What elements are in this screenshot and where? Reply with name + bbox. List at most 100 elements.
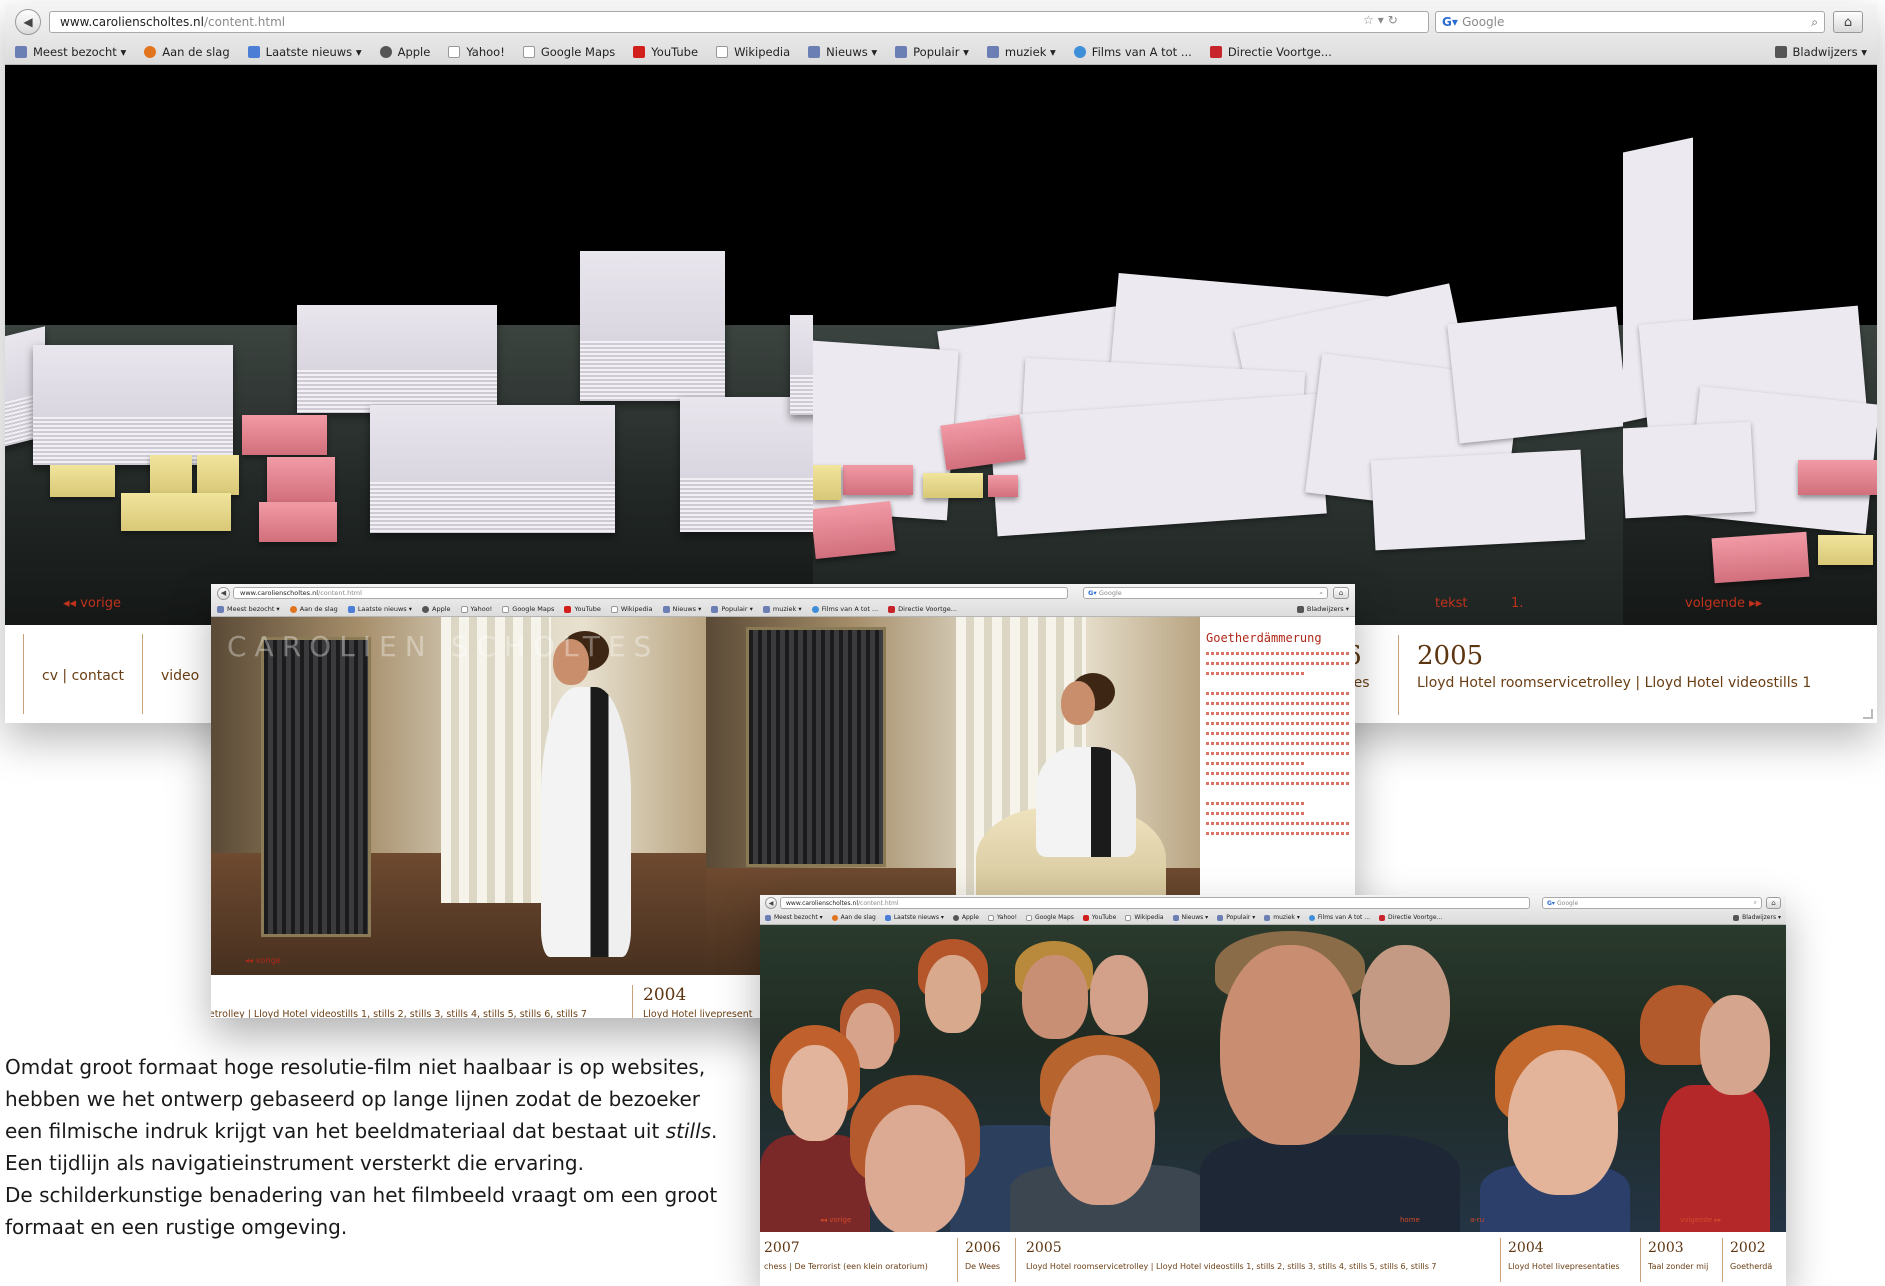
- bookmark-item[interactable]: YouTube: [633, 45, 698, 59]
- timeline-items[interactable]: Lloyd Hotel roomservicetrolley | Lloyd H…: [1417, 675, 1811, 691]
- bookmark-label: Yahoo!: [466, 45, 505, 59]
- search-input[interactable]: G▾ Google ⌕: [1542, 897, 1762, 909]
- bookmark-label: Google Maps: [540, 45, 616, 59]
- dropdown-icon[interactable]: ▾: [1378, 13, 1388, 27]
- bookmark-item[interactable]: Laatste nieuws ▾: [884, 914, 944, 921]
- bookmark-item[interactable]: Nieuws ▾: [1172, 914, 1208, 921]
- bookmark-item[interactable]: Directie Voortge...: [1379, 914, 1442, 921]
- next-link[interactable]: volgende ▸▸: [1680, 1216, 1722, 1224]
- bookmarks-menu[interactable]: Bladwijzers ▾: [1733, 914, 1781, 921]
- timeline-item[interactable]: Lloyd Hotel livepresent: [643, 1009, 752, 1018]
- bookmark-item[interactable]: Aan de slag: [289, 605, 338, 613]
- prev-link[interactable]: ◂◂ vorige: [820, 1216, 851, 1224]
- magnifier-icon[interactable]: ⌕: [1319, 589, 1323, 598]
- video-link[interactable]: video: [161, 668, 199, 684]
- bookmark-item[interactable]: muziek ▾: [986, 45, 1056, 59]
- bookmark-item[interactable]: Nieuws ▾: [662, 605, 701, 613]
- bookmark-item[interactable]: Apple: [379, 45, 430, 59]
- bookmarks-menu[interactable]: Bladwijzers ▾: [1296, 605, 1349, 613]
- bookmark-item[interactable]: Meest bezocht ▾: [217, 605, 280, 613]
- bookmark-label: Nieuws ▾: [826, 45, 878, 59]
- prev-link[interactable]: ◂◂ vorige: [245, 956, 281, 965]
- google-icon: G▾: [1442, 15, 1463, 29]
- resize-grip-icon[interactable]: [1863, 709, 1873, 719]
- apple-icon: [952, 914, 959, 921]
- bookmark-item[interactable]: Laatste nieuws ▾: [347, 605, 412, 613]
- bookmark-item[interactable]: YouTube: [1082, 914, 1116, 921]
- timeline-items[interactable]: chess | De Terrorist (een klein oratoriu…: [764, 1262, 928, 1271]
- caption-line: Een tijdlijn als navigatieinstrument ver…: [5, 1151, 584, 1175]
- timeline-year: 2005: [1417, 641, 1484, 671]
- bookmark-item[interactable]: muziek ▾: [1264, 914, 1300, 921]
- caption-fragment: .: [711, 1119, 718, 1143]
- bookmark-item[interactable]: Aan de slag: [144, 45, 230, 59]
- bookmark-item[interactable]: Films van A tot ...: [811, 605, 878, 613]
- bookmark-item[interactable]: Wikipedia: [610, 605, 653, 613]
- timeline-items[interactable]: Lloyd Hotel livepresentaties: [1508, 1262, 1620, 1271]
- bookmark-item[interactable]: Yahoo!: [460, 605, 492, 613]
- folder-icon: [1217, 914, 1224, 921]
- bookmarks-menu[interactable]: Bladwijzers ▾: [1774, 45, 1868, 59]
- url-domain: www.carolienscholtes.nl: [240, 589, 318, 597]
- magnifier-icon[interactable]: ⌕: [1754, 899, 1757, 907]
- timeline-divider: [1500, 1238, 1501, 1282]
- bookmark-item[interactable]: Google Maps: [1026, 914, 1074, 921]
- bookmark-item[interactable]: Populair ▾: [711, 605, 753, 613]
- timeline-items[interactable]: icetrolley | Lloyd Hotel videostills 1, …: [211, 1009, 587, 1018]
- bookmark-item[interactable]: Yahoo!: [448, 45, 505, 59]
- home-button[interactable]: ⌂: [1333, 587, 1349, 599]
- bookmark-item[interactable]: Apple: [422, 605, 451, 613]
- bookmark-item[interactable]: Google Maps: [522, 45, 616, 59]
- bookmark-item[interactable]: Films van A tot ...: [1073, 45, 1192, 59]
- bookmark-item[interactable]: Populair ▾: [1217, 914, 1255, 921]
- timeline-footer: 2007 chess | De Terrorist (een klein ora…: [760, 1232, 1786, 1286]
- bookmark-item[interactable]: Nieuws ▾: [808, 45, 877, 59]
- timeline-divider: [1640, 1238, 1641, 1282]
- bookmark-item[interactable]: Meest bezocht ▾: [15, 45, 126, 59]
- text-line: [1206, 772, 1349, 775]
- timeline-cell-cv: cv | contact: [24, 665, 142, 684]
- browser-toolbar: ◀ www.carolienscholtes.nl/content.html G…: [211, 584, 1355, 602]
- timeline-items[interactable]: Lloyd Hotel roomservicetrolley | Lloyd H…: [1026, 1262, 1437, 1271]
- search-placeholder: Google: [1462, 15, 1505, 29]
- back-button[interactable]: ◀: [765, 897, 777, 909]
- magnifier-icon[interactable]: ⌕: [1811, 15, 1818, 30]
- timeline-year: 2007: [764, 1240, 800, 1256]
- bookmark-item[interactable]: Aan de slag: [831, 914, 876, 921]
- bookmark-item[interactable]: Meest bezocht ▾: [765, 914, 823, 921]
- url-bar[interactable]: www.carolienscholtes.nl/content.html: [780, 897, 1530, 909]
- url-bar[interactable]: www.carolienscholtes.nl/content.html: [233, 587, 1068, 599]
- url-bar[interactable]: www.carolienscholtes.nl/content.html: [49, 11, 1429, 33]
- bookmark-item[interactable]: Directie Voortge...: [888, 605, 957, 613]
- star-icon[interactable]: ☆: [1363, 13, 1378, 27]
- next-link[interactable]: volgende ▸▸: [1685, 596, 1762, 611]
- bookmark-item[interactable]: Directie Voortge...: [1209, 45, 1332, 59]
- search-input[interactable]: G▾ Google ⌕: [1083, 587, 1328, 599]
- timeline-items[interactable]: Goetherdä: [1730, 1262, 1772, 1271]
- bookmark-item[interactable]: Google Maps: [502, 605, 554, 613]
- bookmark-item[interactable]: Laatste nieuws ▾: [247, 45, 362, 59]
- home-button[interactable]: ⌂: [1833, 11, 1863, 33]
- bookmark-item[interactable]: Wikipedia: [716, 45, 790, 59]
- timeline-items[interactable]: De Wees: [965, 1262, 1000, 1271]
- bookmark-item[interactable]: Films van A tot ...: [1308, 914, 1370, 921]
- bookmark-item[interactable]: Apple: [952, 914, 979, 921]
- back-button[interactable]: ◀: [217, 586, 230, 600]
- bookmarks-menu-label: Bladwijzers ▾: [1792, 45, 1868, 59]
- bookmark-item[interactable]: muziek ▾: [762, 605, 802, 613]
- prev-link[interactable]: ◂◂ vorige: [63, 596, 121, 611]
- search-input[interactable]: G▾ Google ⌕: [1435, 11, 1825, 33]
- back-button[interactable]: ◀: [15, 9, 41, 35]
- bookmark-item[interactable]: YouTube: [564, 605, 601, 613]
- bookmark-item[interactable]: Yahoo!: [987, 914, 1017, 921]
- home-button[interactable]: ⌂: [1766, 897, 1781, 909]
- rss-icon: [884, 914, 891, 921]
- cv-contact-link[interactable]: cv | contact: [42, 668, 124, 684]
- timeline-items[interactable]: Taal zonder mij: [1648, 1262, 1708, 1271]
- bookmark-item[interactable]: Populair ▾: [895, 45, 969, 59]
- home-link[interactable]: home: [1400, 1216, 1420, 1224]
- text-link[interactable]: tekst: [1435, 596, 1468, 611]
- reload-icon[interactable]: ↻: [1388, 13, 1402, 27]
- text-link[interactable]: a-ru: [1470, 1216, 1484, 1224]
- bookmark-item[interactable]: Wikipedia: [1125, 914, 1164, 921]
